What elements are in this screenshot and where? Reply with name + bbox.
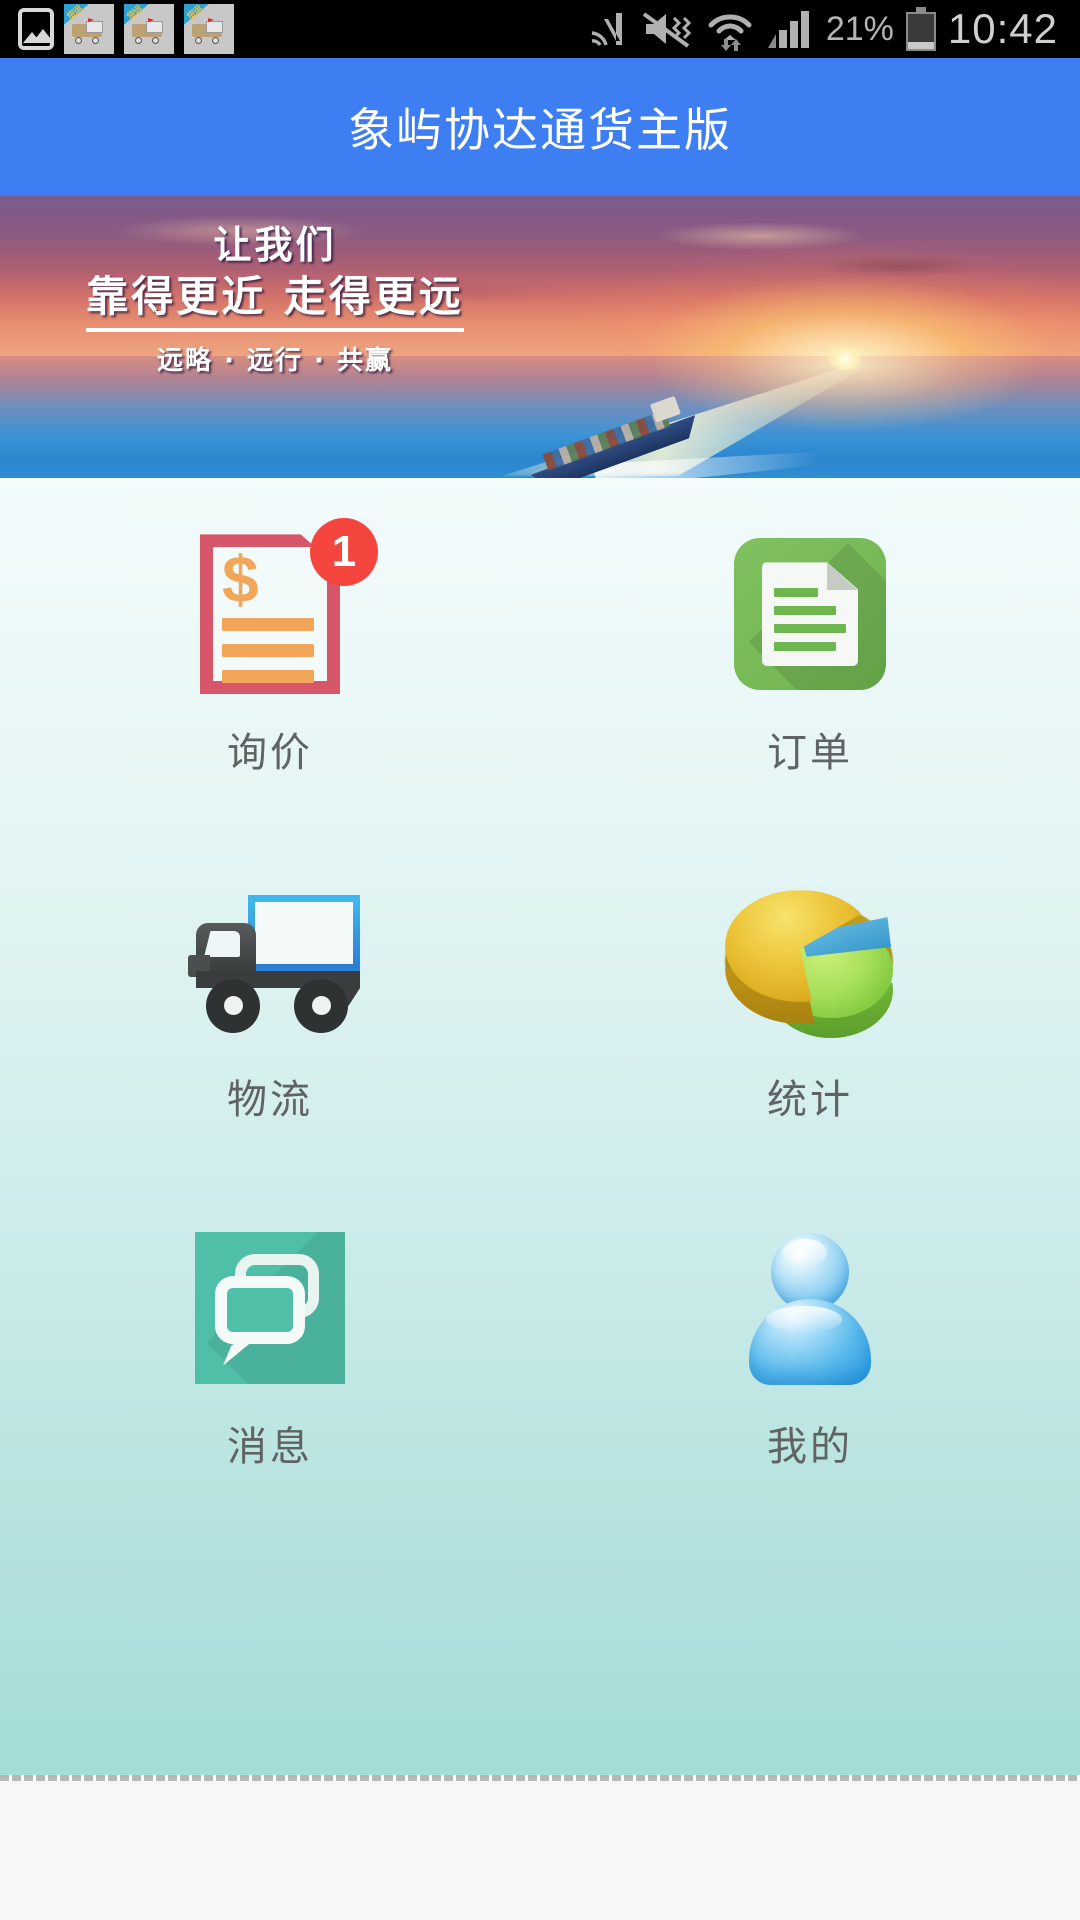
grid-item-logistics[interactable]: 物流 xyxy=(0,825,540,1172)
grid-item-statistics[interactable]: 统计 xyxy=(540,825,1080,1172)
app-title-bar: 象屿协达通货主版 xyxy=(0,58,1080,196)
banner-slogan: 让我们 靠得更近 走得更远 远略 · 远行 · 共赢 xyxy=(60,223,490,377)
gallery-icon xyxy=(18,8,54,50)
truck-app-notification-icon: 货运 xyxy=(184,4,234,54)
statistics-icon-wrapper xyxy=(720,871,900,1051)
battery-icon xyxy=(905,7,936,51)
truck-app-notification-icon: 货运 xyxy=(64,4,114,54)
pie-chart-icon xyxy=(725,888,895,1039)
grid-item-label-logistics: 物流 xyxy=(227,1076,313,1123)
profile-icon-wrapper xyxy=(720,1218,900,1398)
banner-sun xyxy=(828,348,862,370)
page-title: 象屿协达通货主版 xyxy=(348,103,732,157)
bottom-pane xyxy=(0,1781,1080,1920)
banner-slogan-line2: 靠得更近 走得更远 xyxy=(86,270,464,333)
status-bar: 货运 货运 货运 21% 10:42 xyxy=(0,0,1080,58)
truck-app-notification-icon: 货运 xyxy=(124,4,174,54)
banner-slogan-line3: 远略 · 远行 · 共赢 xyxy=(157,346,393,377)
chat-bubbles-icon xyxy=(195,1231,345,1384)
user-avatar-icon xyxy=(745,1232,875,1385)
grid-item-inquiry[interactable]: $ 1 询价 xyxy=(0,478,540,825)
cellular-signal-icon xyxy=(766,8,814,50)
grid-item-orders[interactable]: 订单 xyxy=(540,478,1080,825)
inquiry-icon-wrapper: $ 1 xyxy=(180,518,378,704)
grid-item-messages[interactable]: 消息 xyxy=(0,1171,540,1518)
mute-vibrate-icon xyxy=(642,8,694,50)
order-document-icon xyxy=(734,538,886,691)
messages-icon-wrapper xyxy=(180,1218,360,1398)
battery-percent-label: 21% xyxy=(825,9,894,48)
grid-item-label-inquiry: 询价 xyxy=(227,730,313,777)
delivery-truck-icon xyxy=(180,893,360,1033)
inquiry-badge: 1 xyxy=(310,518,378,587)
grid-item-profile[interactable]: 我的 xyxy=(540,1171,1080,1518)
app-screen: 货运 货运 货运 21% 10:42 象屿协达通货主版 让我们 靠得更近 走得更… xyxy=(0,0,1080,1920)
clock-label: 10:42 xyxy=(947,5,1058,52)
hero-banner[interactable]: 让我们 靠得更近 走得更远 远略 · 远行 · 共赢 xyxy=(0,196,1080,478)
status-bar-left-icons: 货运 货运 货运 xyxy=(0,4,234,54)
logistics-icon-wrapper xyxy=(180,871,360,1051)
feature-grid: $ 1 询价 订单 物流 统计 消息 我的 xyxy=(0,478,1080,1518)
nfc-icon xyxy=(586,7,630,51)
orders-icon-wrapper xyxy=(720,524,900,704)
banner-slogan-line1: 让我们 xyxy=(213,223,337,267)
status-bar-right-icons: 21% 10:42 xyxy=(586,5,1080,53)
grid-item-label-profile: 我的 xyxy=(767,1423,853,1470)
grid-item-label-orders: 订单 xyxy=(767,730,853,777)
grid-item-label-statistics: 统计 xyxy=(767,1076,853,1123)
grid-item-label-messages: 消息 xyxy=(227,1423,313,1470)
wifi-icon xyxy=(706,7,754,51)
main-content: $ 1 询价 订单 物流 统计 消息 我的 xyxy=(0,478,1080,1775)
